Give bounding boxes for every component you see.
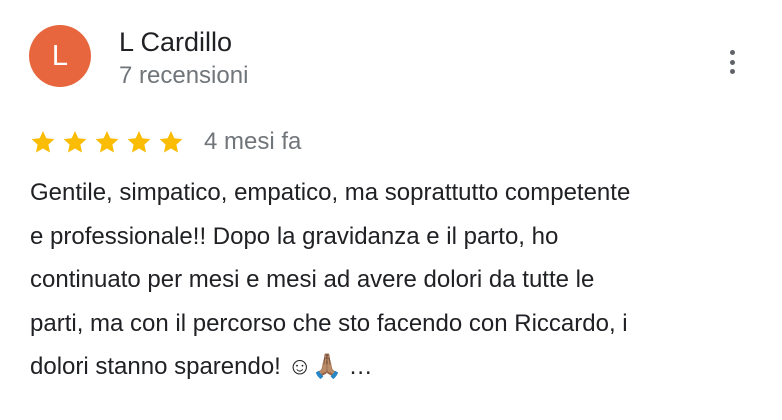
more-options-button[interactable]: [718, 46, 746, 78]
more-vert-icon-dot: [729, 59, 735, 65]
review-text-line: Gentile, simpatico, empatico, ma sopratt…: [30, 179, 631, 206]
star-icon: [158, 129, 184, 155]
review-card: L L Cardillo 7 recensioni 4 mesi fa Gent…: [0, 0, 782, 420]
more-vert-icon-dot: [729, 69, 735, 74]
avatar-letter: L: [51, 39, 69, 72]
rating-row: 4 mesi fa: [30, 125, 301, 159]
review-text: Gentile, simpatico, empatico, ma sopratt…: [30, 171, 750, 389]
avatar[interactable]: L: [29, 25, 91, 87]
star-icon: [30, 129, 56, 155]
review-text-line[interactable]: dolori stanno sparendo! ☺🙏🏽 …: [30, 345, 750, 389]
review-text-line: continuato per mesi e mesi ad avere dolo…: [30, 266, 595, 293]
review-time: 4 mesi fa: [204, 128, 302, 155]
review-text-line: parti, ma con il percorso che sto facend…: [30, 309, 628, 337]
review-text-line: e professionale!! Dopo la gravidanza e i…: [30, 222, 559, 250]
star-rating: [30, 129, 190, 155]
more-vert-icon: [729, 50, 735, 55]
reviewer-name[interactable]: L Cardillo: [119, 26, 232, 58]
star-icon: [62, 129, 88, 155]
review-count[interactable]: 7 recensioni: [119, 61, 248, 91]
star-icon: [126, 129, 152, 155]
star-icon: [94, 129, 120, 155]
